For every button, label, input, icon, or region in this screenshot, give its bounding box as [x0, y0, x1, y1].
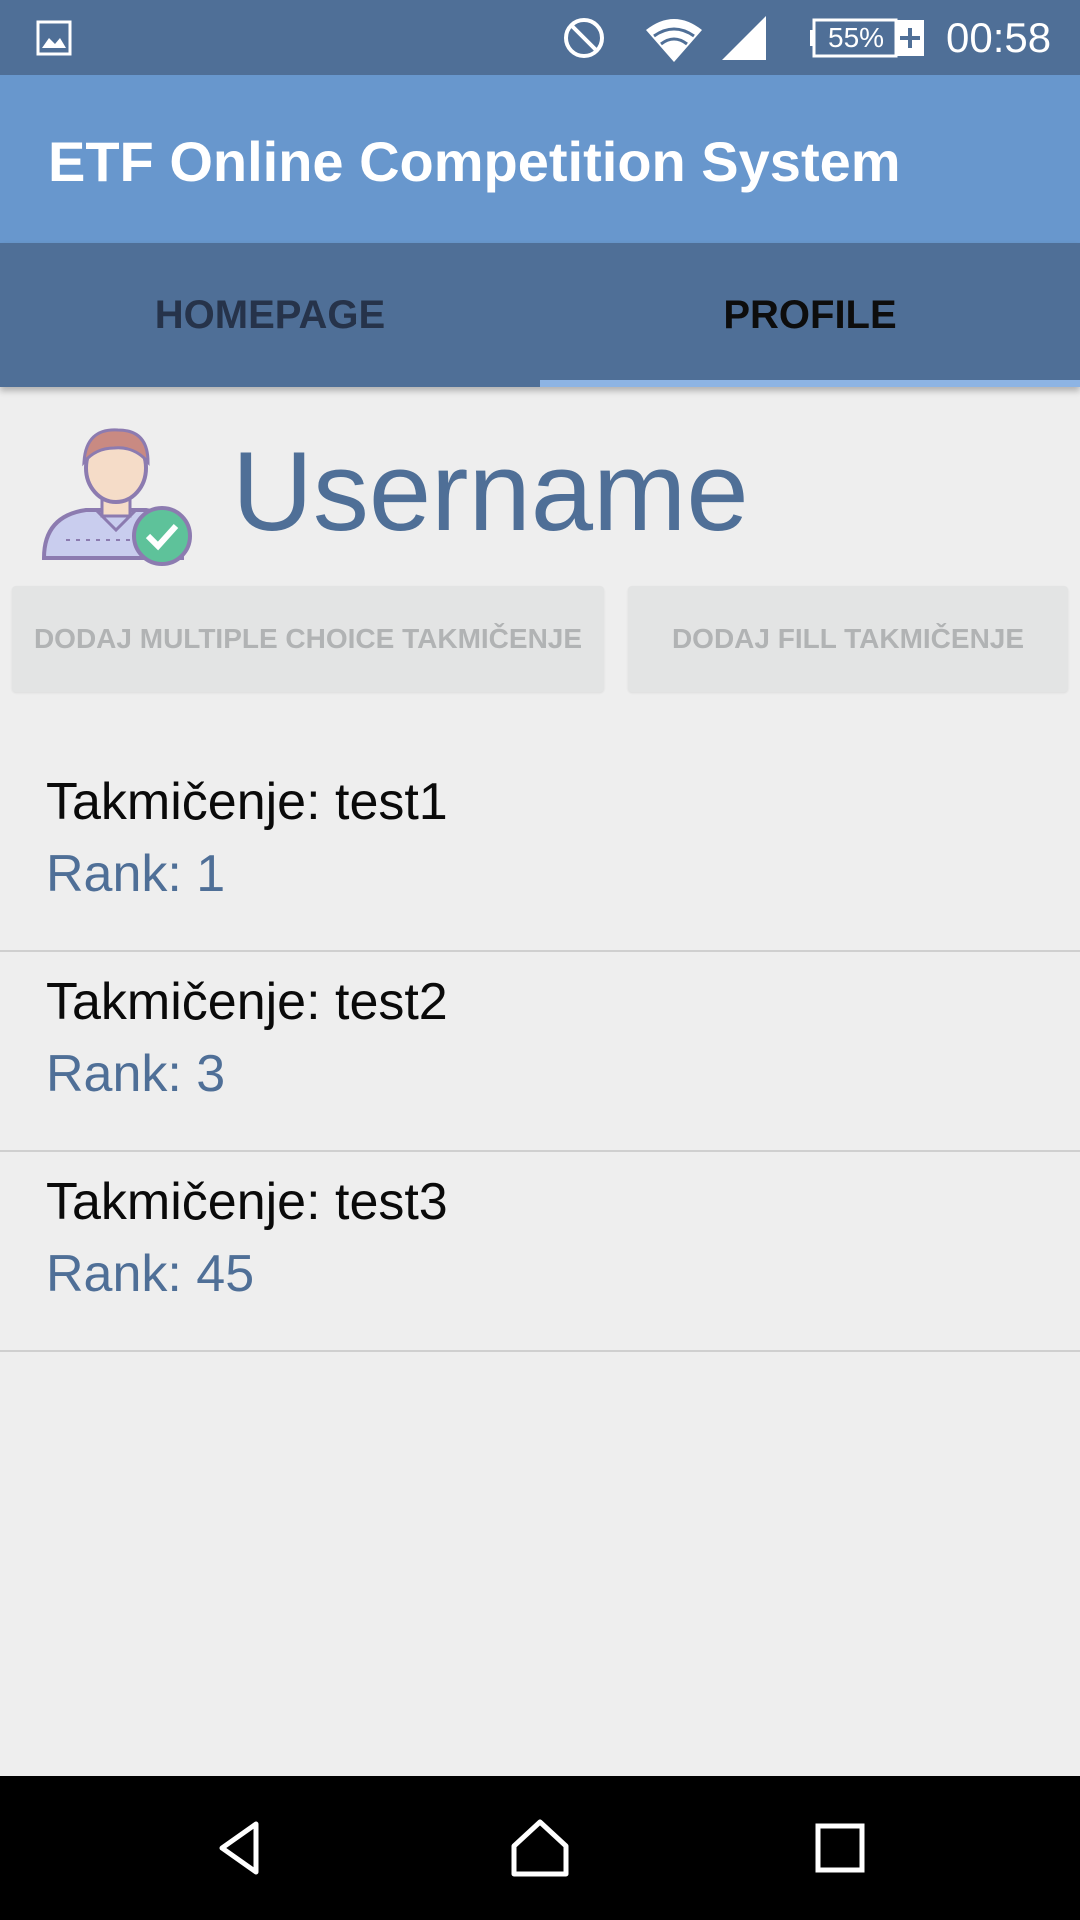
- add-multiple-choice-competition-button[interactable]: DODAJ MULTIPLE CHOICE TAKMIČENJE: [12, 586, 604, 692]
- tab-homepage[interactable]: HOMEPAGE: [0, 243, 540, 387]
- gallery-icon: [36, 20, 72, 56]
- do-not-disturb-icon: [564, 18, 604, 58]
- tab-bar: HOMEPAGE PROFILE: [0, 243, 1080, 387]
- cell-signal-icon: [722, 16, 766, 60]
- username: Username: [232, 429, 749, 554]
- app-bar: ETF Online Competition System: [0, 75, 1080, 243]
- competition-list: Takmičenje: test1 Rank: 1 Takmičenje: te…: [0, 752, 1080, 1352]
- list-item[interactable]: Takmičenje: test1 Rank: 1: [0, 752, 1080, 952]
- home-icon: [511, 1819, 569, 1877]
- tab-indicator: [540, 380, 1080, 387]
- tab-profile[interactable]: PROFILE: [540, 243, 1080, 387]
- competition-rank: Rank: 1: [46, 845, 226, 903]
- battery-percent: 55%: [828, 22, 885, 53]
- list-item[interactable]: Takmičenje: test2 Rank: 3: [0, 952, 1080, 1152]
- navigation-bar: [0, 1776, 1080, 1920]
- competition-name: Takmičenje: test1: [46, 773, 448, 831]
- recents-icon: [815, 1823, 865, 1873]
- clock: 00:58: [946, 14, 1052, 61]
- competition-name: Takmičenje: test3: [46, 1173, 448, 1231]
- add-fill-competition-button[interactable]: DODAJ FILL TAKMIČENJE: [628, 586, 1068, 692]
- home-button[interactable]: [460, 1776, 620, 1920]
- wifi-icon: [646, 19, 702, 62]
- app-title: ETF Online Competition System: [48, 130, 901, 193]
- status-bar: 55% 00:58: [0, 0, 1080, 75]
- back-button[interactable]: [160, 1776, 320, 1920]
- competition-rank: Rank: 45: [46, 1245, 255, 1303]
- competition-name: Takmičenje: test2: [46, 973, 448, 1031]
- list-item[interactable]: Takmičenje: test3 Rank: 45: [0, 1152, 1080, 1352]
- competition-rank: Rank: 3: [46, 1045, 226, 1103]
- recents-button[interactable]: [760, 1776, 920, 1920]
- verified-user-icon: [41, 428, 192, 566]
- back-icon: [219, 1821, 259, 1875]
